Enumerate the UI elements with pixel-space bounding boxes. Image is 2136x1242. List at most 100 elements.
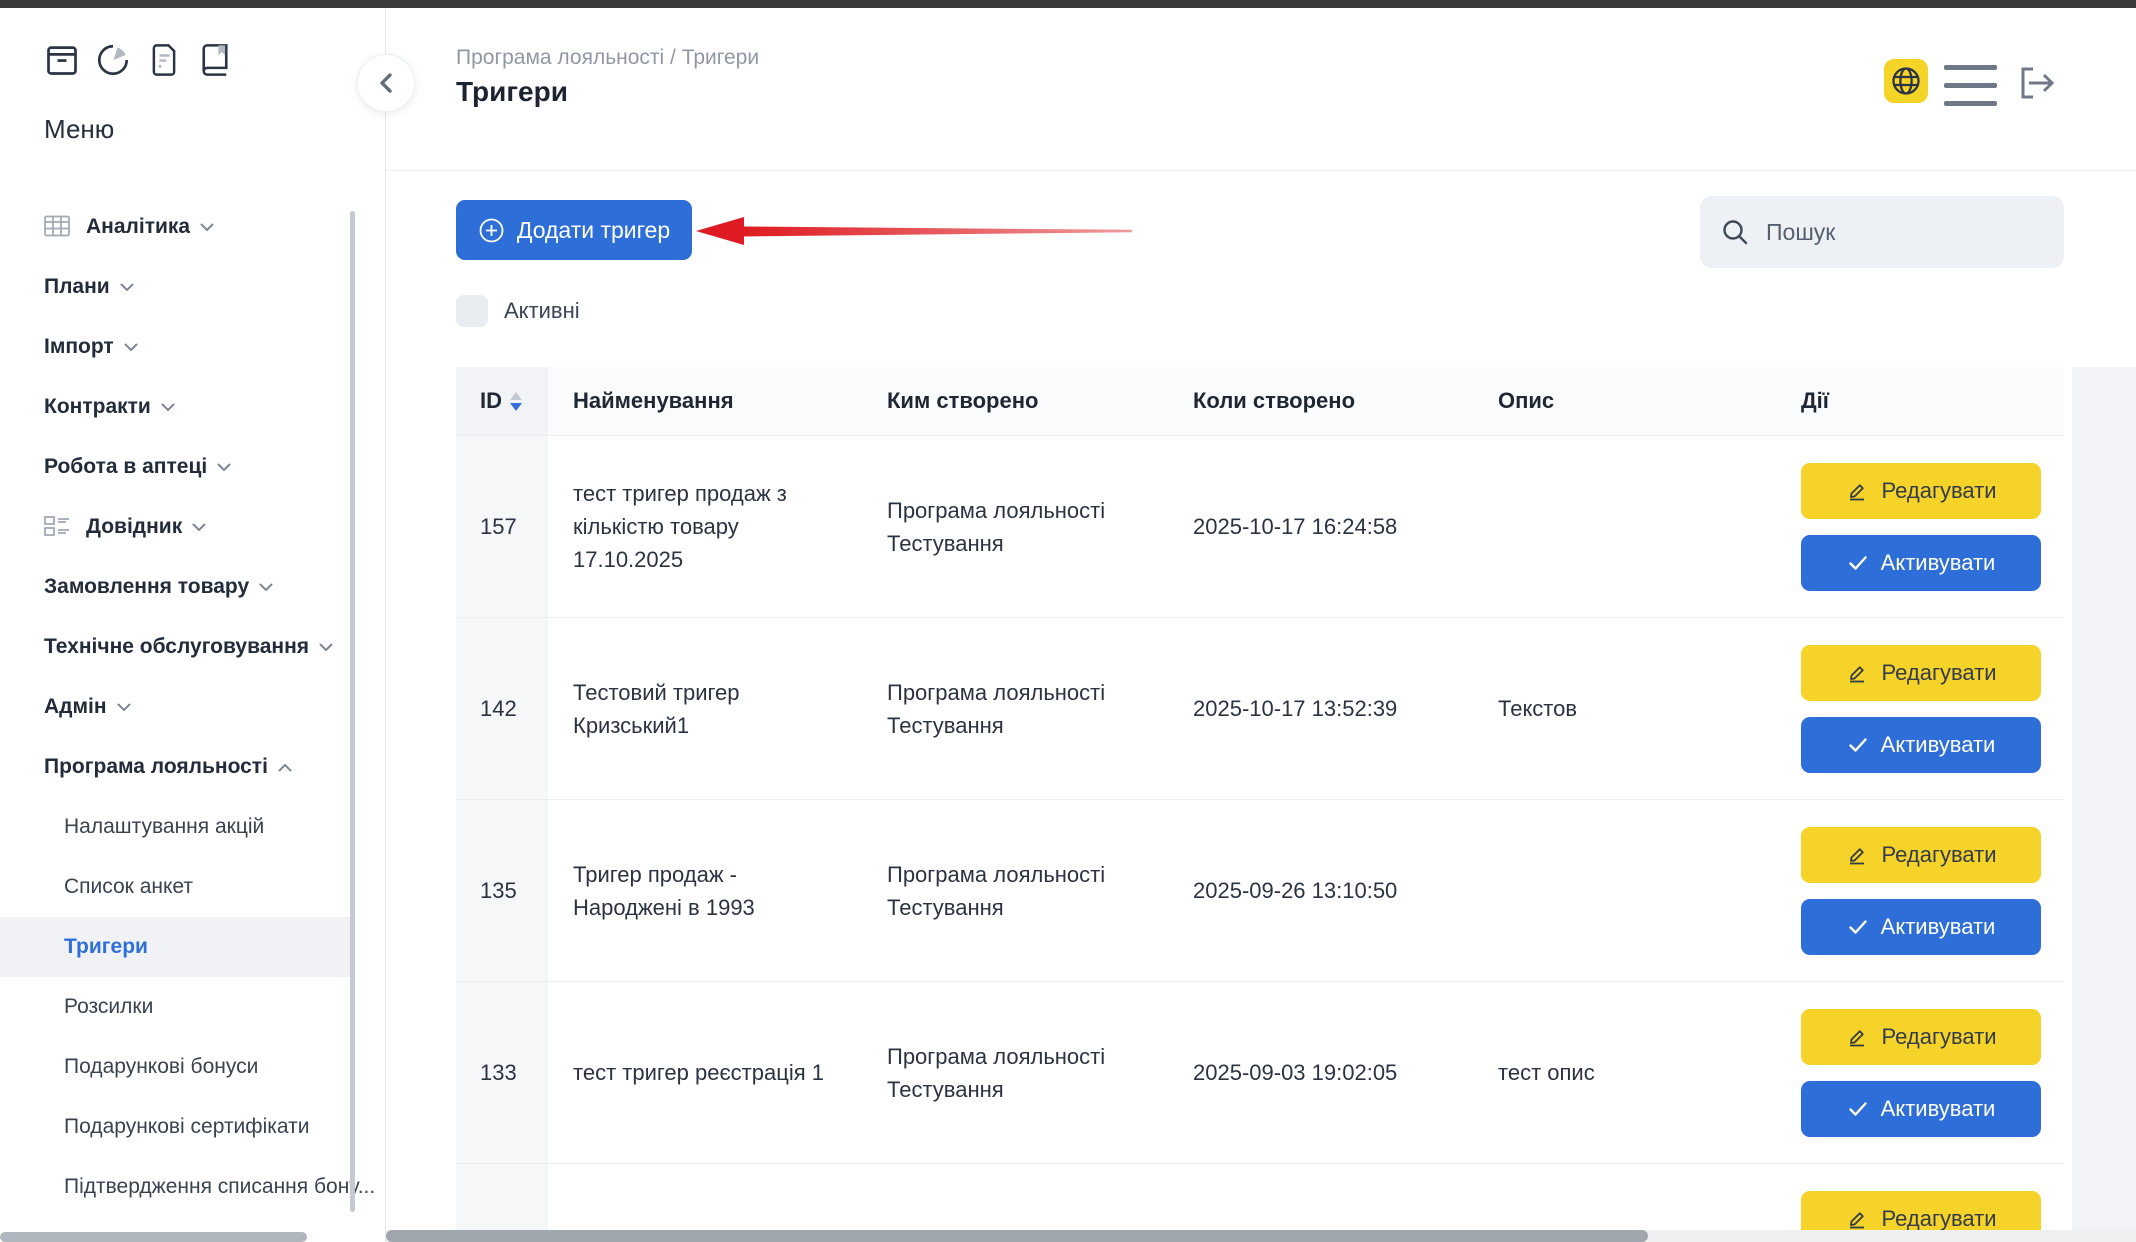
search-box[interactable] — [1700, 196, 2064, 268]
cell-creator: Програма лояльності Тестування — [887, 618, 1193, 799]
cell-name: тест тригер продаж з кількістю товару 17… — [548, 436, 887, 617]
sidebar-item-label: Довідник — [86, 515, 182, 539]
sidebar-item-label: Адмін — [44, 695, 107, 719]
sidebar-item-3[interactable]: Імпорт — [0, 317, 352, 377]
chevron-down-icon — [161, 403, 175, 412]
edit-button[interactable]: Редагувати — [1801, 463, 2041, 519]
cell-description: тест опис — [1498, 982, 1801, 1163]
sidebar-item-12[interactable]: Список анкет — [0, 857, 352, 917]
sidebar-item-4[interactable]: Контракти — [0, 377, 352, 437]
cell-description — [1498, 800, 1801, 981]
table-row-2: 142 Тестовий тригер Кризський1 Програма … — [456, 617, 2064, 799]
activate-button[interactable]: Активувати — [1801, 1081, 2041, 1137]
sidebar-item-16[interactable]: Подарункові сертифікати — [0, 1097, 352, 1157]
cell-created: 2025-09-26 13:10:50 — [1193, 800, 1498, 981]
cell-description — [1498, 1164, 1801, 1230]
table-row-5: Програма лояльності Тестування Редагуват… — [456, 1163, 2064, 1230]
add-trigger-button-label: Додати тригер — [517, 217, 670, 244]
red-annotation-arrow — [686, 204, 1136, 254]
pencil-icon — [1845, 661, 1869, 685]
chevron-down-icon — [259, 583, 273, 592]
main-area: Програма лояльності / Тригери Тригери — [386, 8, 2136, 1242]
edit-button[interactable]: Редагувати — [1801, 827, 2041, 883]
activate-button[interactable]: Активувати — [1801, 535, 2041, 591]
sidebar-item-13[interactable]: Тригери — [0, 917, 352, 977]
hamburger-menu-button[interactable] — [1944, 65, 1997, 106]
sidebar-item-10[interactable]: Програма лояльності — [0, 737, 352, 797]
sidebar-item-label: Тригери — [64, 935, 148, 959]
sidebar-horizontal-scrollbar[interactable] — [0, 1232, 307, 1242]
chevron-down-icon — [319, 643, 333, 652]
list-icon — [44, 515, 70, 539]
language-globe-button[interactable] — [1884, 59, 1928, 103]
pencil-icon — [1845, 1025, 1869, 1049]
active-filter-label: Активні — [504, 298, 580, 324]
sidebar-item-7[interactable]: Замовлення товару — [0, 557, 352, 617]
sidebar-item-label: Замовлення товару — [44, 575, 249, 599]
table-grid-icon — [44, 215, 70, 239]
sidebar-item-label: Розсилки — [64, 995, 153, 1019]
cell-name: тест тригер реєстрація 1 — [548, 982, 887, 1163]
sidebar-item-15[interactable]: Подарункові бонуси — [0, 1037, 352, 1097]
column-header-3: Ким створено — [887, 388, 1193, 414]
chevron-down-icon — [124, 343, 138, 352]
cell-actions: Редагувати Активувати — [1801, 436, 2064, 617]
cell-name: Тригер продаж - Народжені в 1993 — [548, 800, 887, 981]
sidebar-item-9[interactable]: Адмін — [0, 677, 352, 737]
sidebar-item-1[interactable]: Аналітика — [0, 197, 352, 257]
sidebar: Меню Аналітика Плани Імпорт Контракти Ро… — [0, 8, 386, 1242]
sidebar-item-2[interactable]: Плани — [0, 257, 352, 317]
window-top-strip — [0, 0, 2136, 8]
edit-button[interactable]: Редагувати — [1801, 645, 2041, 701]
globe-icon — [1890, 65, 1922, 97]
check-icon — [1847, 734, 1869, 756]
sidebar-collapse-button[interactable] — [357, 54, 415, 112]
search-input[interactable] — [1764, 218, 2044, 247]
logout-icon — [2016, 60, 2062, 106]
cell-creator: Програма лояльності Тестування — [887, 800, 1193, 981]
plus-circle-icon — [478, 217, 505, 244]
sidebar-item-label: Підтвердження списання бону... — [64, 1175, 375, 1199]
sidebar-item-label: Імпорт — [44, 335, 114, 359]
logout-button[interactable] — [2016, 60, 2062, 106]
add-trigger-button[interactable]: Додати тригер — [456, 200, 692, 260]
active-filter-checkbox[interactable] — [456, 295, 488, 327]
cell-id: 157 — [456, 436, 548, 617]
right-page-gutter — [2072, 367, 2136, 1230]
chevron-up-icon — [278, 763, 292, 772]
chevron-down-icon — [200, 223, 214, 232]
edit-button[interactable]: Редагувати — [1801, 1009, 2041, 1065]
edit-button[interactable]: Редагувати — [1801, 1191, 2041, 1231]
sidebar-item-8[interactable]: Технічне обслуговування — [0, 617, 352, 677]
main-horizontal-scrollbar[interactable] — [386, 1230, 1648, 1242]
cell-created: 2025-10-17 13:52:39 — [1193, 618, 1498, 799]
sidebar-item-14[interactable]: Розсилки — [0, 977, 352, 1037]
check-icon — [1847, 916, 1869, 938]
table-body: 157 тест тригер продаж з кількістю товар… — [456, 435, 2064, 1230]
search-icon — [1720, 217, 1750, 247]
sidebar-item-11[interactable]: Налаштування акцій — [0, 797, 352, 857]
sidebar-item-label: Контракти — [44, 395, 151, 419]
sidebar-item-17[interactable]: Підтвердження списання бону... — [0, 1157, 352, 1217]
cell-description — [1498, 436, 1801, 617]
breadcrumb[interactable]: Програма лояльності / Тригери — [456, 46, 759, 70]
pencil-icon — [1845, 1207, 1869, 1231]
check-icon — [1847, 552, 1869, 574]
cell-actions: Редагувати Активувати — [1801, 1164, 2064, 1230]
cell-created: 2025-09-03 19:02:05 — [1193, 982, 1498, 1163]
sidebar-vertical-scrollbar[interactable] — [350, 211, 355, 1212]
sort-icons[interactable] — [510, 392, 522, 411]
sidebar-item-6[interactable]: Довідник — [0, 497, 352, 557]
sidebar-item-label: Аналітика — [86, 215, 190, 239]
column-header-1[interactable]: ID — [456, 367, 548, 435]
page-title: Тригери — [456, 76, 568, 108]
sidebar-item-5[interactable]: Робота в аптеці — [0, 437, 352, 497]
active-filter: Активні — [456, 295, 580, 327]
cell-name: Тестовий тригер Кризський1 — [548, 618, 887, 799]
cell-creator: Програма лояльності Тестування — [887, 1164, 1193, 1230]
table-row-3: 135 Тригер продаж - Народжені в 1993 Про… — [456, 799, 2064, 981]
cell-creator: Програма лояльності Тестування — [887, 982, 1193, 1163]
activate-button[interactable]: Активувати — [1801, 899, 2041, 955]
activate-button[interactable]: Активувати — [1801, 717, 2041, 773]
column-header-5: Опис — [1498, 388, 1801, 414]
